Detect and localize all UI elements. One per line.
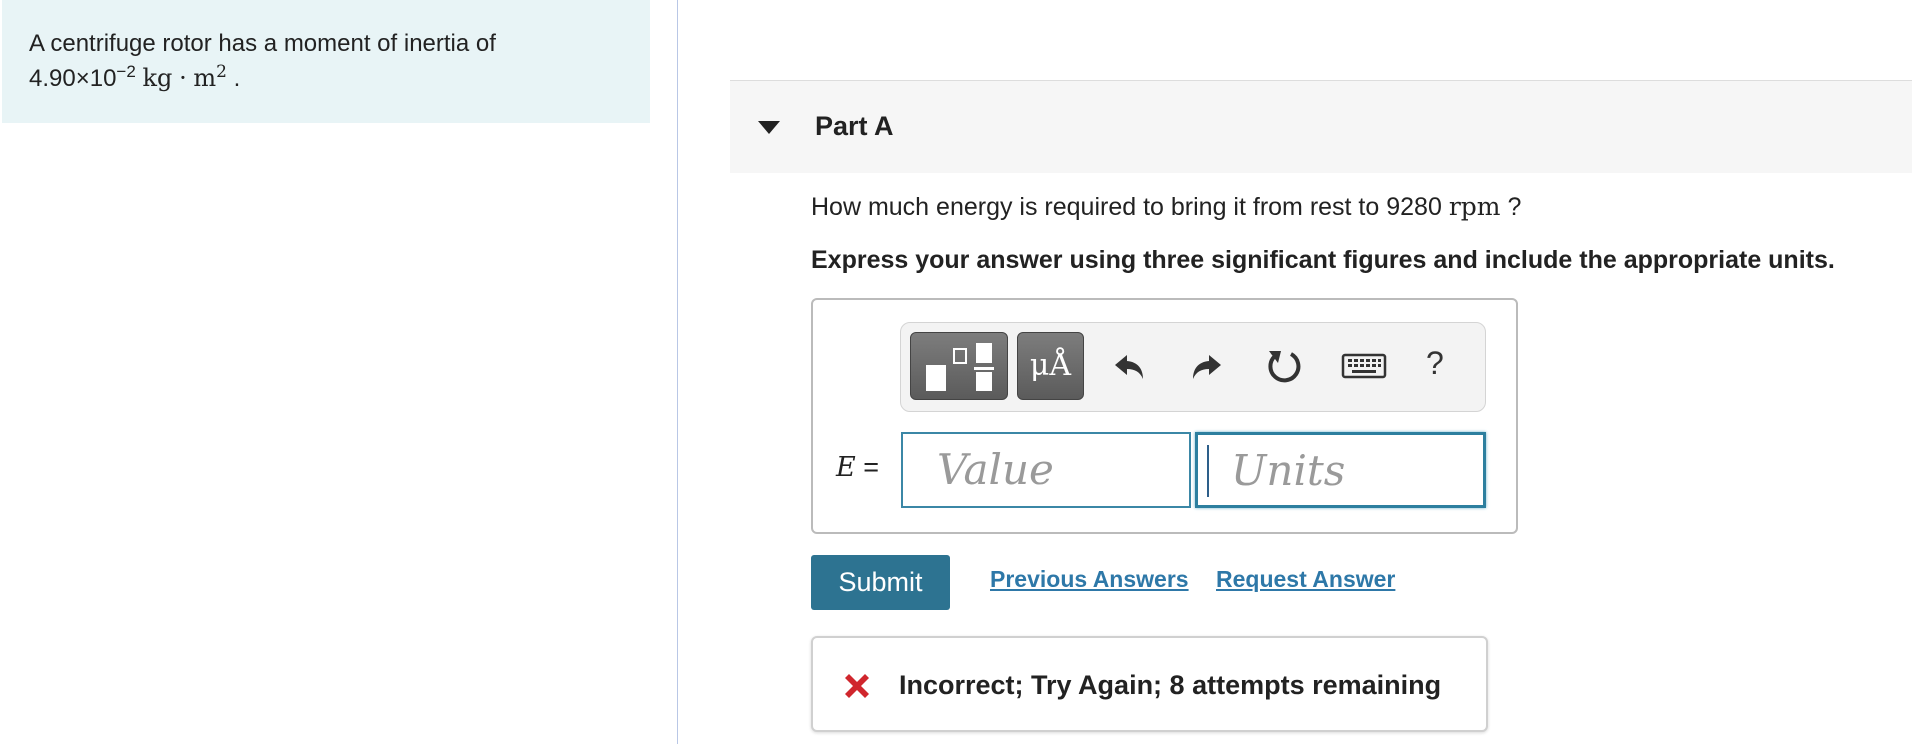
symbols-button[interactable]: μÅ (1017, 332, 1084, 400)
feedback-text: Incorrect; Try Again; 8 attempts remaini… (899, 670, 1442, 700)
moment-value: 4.90×10 (29, 65, 117, 92)
moment-exponent: −2 (116, 62, 136, 81)
answer-box: μÅ ? E = Value Units (811, 298, 1518, 534)
question-body: How much energy is required to bring it … (811, 193, 1442, 221)
unit-m-exponent: 2 (216, 62, 227, 82)
problem-statement: A centrifuge rotor has a moment of inert… (2, 0, 650, 123)
unit-m: m (193, 64, 217, 92)
problem-text: A centrifuge rotor has a moment of inert… (29, 30, 496, 57)
value-input[interactable]: Value (901, 432, 1191, 508)
panel-divider (677, 0, 678, 744)
undo-icon[interactable] (1107, 343, 1153, 389)
question-unit: rpm (1448, 192, 1501, 221)
unit-dot: · (179, 64, 187, 92)
previous-answers-link[interactable]: Previous Answers (990, 566, 1189, 593)
problem-period: . (233, 65, 241, 92)
variable-name: E (836, 452, 856, 483)
variable-label: E = (836, 452, 879, 483)
page: A centrifuge rotor has a moment of inert… (0, 0, 1912, 744)
templates-icon (926, 343, 994, 391)
units-placeholder: Units (1231, 446, 1346, 495)
collapse-caret-icon[interactable] (758, 121, 780, 134)
templates-button[interactable] (910, 332, 1008, 400)
help-button[interactable]: ? (1426, 345, 1444, 382)
submit-button[interactable]: Submit (811, 555, 950, 610)
problem-value: 4.90×10−2 kg · m2 . (29, 61, 650, 96)
part-title: Part A (815, 111, 894, 141)
incorrect-x-icon (845, 674, 869, 698)
question-mark: ? (1507, 193, 1522, 221)
feedback-message: Incorrect; Try Again; 8 attempts remaini… (811, 636, 1488, 732)
reset-icon[interactable] (1261, 343, 1307, 389)
unit-kg: kg (142, 64, 173, 92)
math-toolbar: μÅ ? (900, 322, 1486, 412)
keyboard-icon[interactable] (1341, 343, 1387, 389)
equals-sign: = (863, 452, 880, 482)
text-cursor (1207, 445, 1209, 497)
part-header[interactable]: Part A (730, 81, 1912, 173)
redo-icon[interactable] (1183, 343, 1229, 389)
question-text: How much energy is required to bring it … (811, 192, 1521, 222)
answer-instruction: Express your answer using three signific… (811, 246, 1835, 274)
units-input[interactable]: Units (1195, 432, 1486, 508)
request-answer-link[interactable]: Request Answer (1216, 566, 1395, 593)
